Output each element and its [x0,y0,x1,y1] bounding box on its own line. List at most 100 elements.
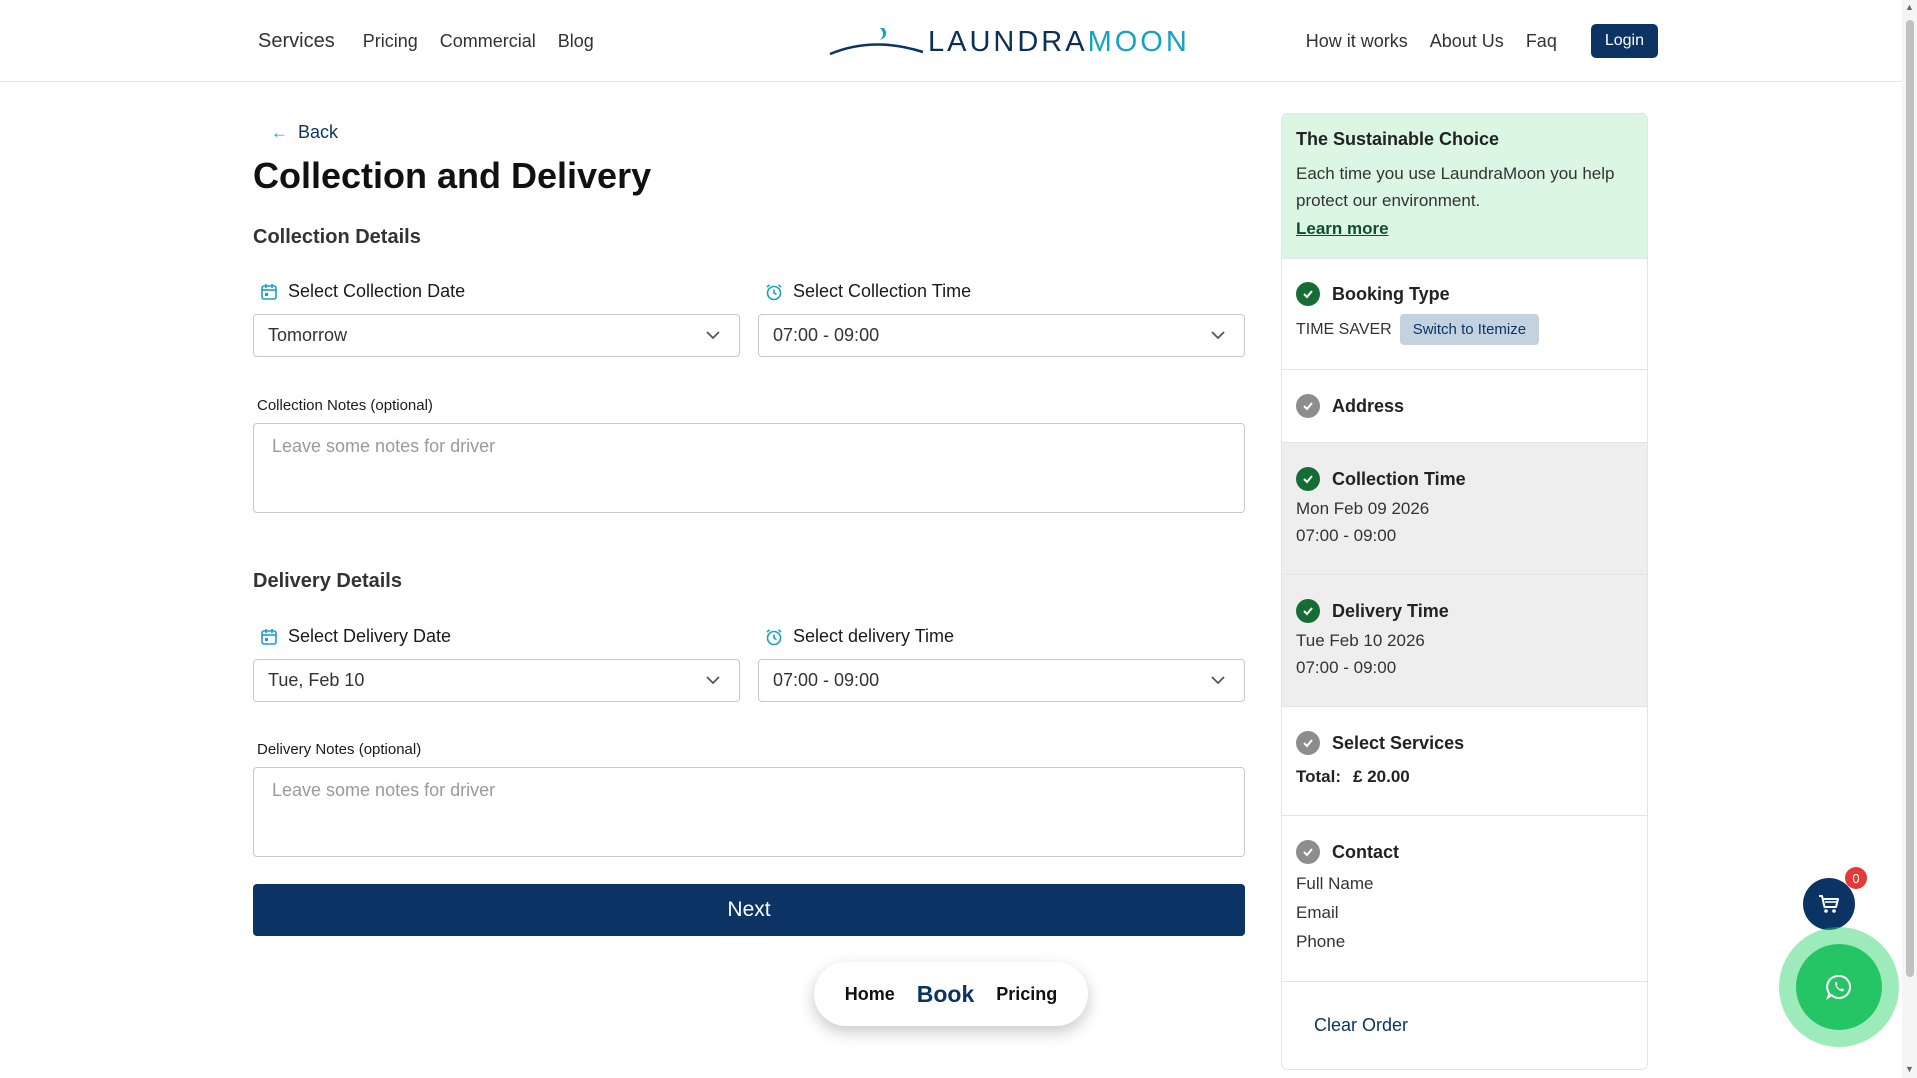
calendar-icon [261,283,277,300]
check-circle-icon [1296,840,1320,864]
arrow-left-icon: ← [271,122,288,142]
scroll-up-arrow-icon[interactable]: ▲ [1905,2,1914,12]
logo-text: LAUNDRAMOON [928,26,1190,59]
collection-section-title: Collection Details [253,226,421,248]
page-title: Collection and Delivery [253,155,652,196]
check-circle-icon [1296,731,1320,755]
logo-text-moon: MOON [1087,26,1190,58]
delivery-date-label-text: Select Delivery Date [288,626,452,646]
clear-order-section: Clear Order [1282,982,1647,1069]
logo-text-laundra: LAUNDRA [928,26,1088,58]
collection-summary-date: Mon Feb 09 2026 [1296,499,1430,518]
collection-notes-input[interactable] [253,423,1245,513]
chevron-down-icon [1211,331,1225,340]
address-header: Address [1296,394,1633,418]
delivery-summary-date: Tue Feb 10 2026 [1296,631,1425,650]
nav-pricing[interactable]: Pricing [363,31,418,52]
delivery-date-label: Select Delivery Date [260,626,451,647]
delivery-time-value: 07:00 - 09:00 [773,670,880,690]
booking-type-header: Booking Type [1296,282,1633,306]
back-label: Back [298,122,339,142]
collection-time-section[interactable]: Collection Time Mon Feb 09 2026 07:00 - … [1282,443,1647,575]
collection-time-select[interactable]: 07:00 - 09:00 [758,314,1245,357]
check-circle-icon [1296,282,1320,306]
nav-blog[interactable]: Blog [558,31,594,52]
delivery-time-section[interactable]: Delivery Time Tue Feb 10 2026 07:00 - 09… [1282,575,1647,707]
services-title: Select Services [1332,732,1465,753]
delivery-date-select[interactable]: Tue, Feb 10 [253,659,740,702]
contact-full-name: Full Name [1296,874,1374,893]
login-button[interactable]: Login [1590,24,1658,58]
site-logo[interactable]: LAUNDRAMOON [828,22,1187,62]
delivery-notes-input[interactable] [253,767,1245,857]
cart-count-badge: 0 [1845,867,1867,889]
secondary-nav: How it works About Us Faq Login [1284,0,1658,82]
contact-section[interactable]: Contact Full Name Email Phone [1282,816,1647,982]
whatsapp-icon [1826,974,1851,1001]
clear-order-button[interactable]: Clear Order [1314,1015,1408,1035]
collection-time-label-text: Select Collection Time [793,281,972,301]
address-title: Address [1332,395,1405,416]
delivery-summary-time: 07:00 - 09:00 [1296,658,1397,677]
collection-date-select[interactable]: Tomorrow [253,314,740,357]
collection-time-title: Collection Time [1332,468,1466,489]
delivery-time-title: Delivery Time [1332,600,1449,621]
nav-commercial[interactable]: Commercial [440,31,536,52]
nav-how-it-works[interactable]: How it works [1306,31,1408,52]
nav-about-us[interactable]: About Us [1430,31,1504,52]
bottom-nav: Home Book Pricing [814,962,1088,1026]
cart-button[interactable] [1803,878,1855,930]
delivery-time-header: Delivery Time [1296,599,1633,623]
delivery-time-label: Select delivery Time [765,626,954,647]
switch-to-itemize-button[interactable]: Switch to Itemize [1399,314,1540,345]
booking-type-row: TIME SAVER Switch to Itemize [1296,314,1633,345]
contact-email: Email [1296,903,1339,922]
collection-time-value: 07:00 - 09:00 [773,325,880,345]
scroll-down-arrow-icon[interactable]: ▼ [1905,1064,1914,1074]
delivery-time-label-text: Select delivery Time [793,626,955,646]
booking-type-title: Booking Type [1332,283,1450,304]
chevron-down-icon [706,676,720,685]
services-section[interactable]: Select Services Total: £ 20.00 [1282,707,1647,816]
page-scrollbar[interactable]: ▲ ▼ [1902,0,1917,1078]
alarm-clock-icon [766,628,782,645]
address-section[interactable]: Address [1282,370,1647,443]
bottom-nav-pricing[interactable]: Pricing [996,984,1057,1005]
calendar-icon [261,628,277,645]
scrollbar-thumb[interactable] [1906,20,1914,977]
contact-phone: Phone [1296,932,1346,951]
delivery-notes-label: Delivery Notes (optional) [257,741,422,758]
delivery-time-select[interactable]: 07:00 - 09:00 [758,659,1245,702]
delivery-date-value: Tue, Feb 10 [268,670,365,690]
bottom-nav-book[interactable]: Book [917,981,975,1008]
promo-text: Each time you use LaundraMoon you help p… [1296,164,1615,210]
back-link[interactable]: ← Back [271,122,338,143]
sustainability-promo: The Sustainable Choice Each time you use… [1282,114,1647,259]
learn-more-link[interactable]: Learn more [1296,219,1633,239]
whatsapp-button[interactable] [1796,944,1882,1030]
collection-time-header: Collection Time [1296,467,1633,491]
check-circle-icon [1296,394,1320,418]
collection-time-label: Select Collection Time [765,281,971,302]
collection-date-label-text: Select Collection Date [288,281,466,301]
chevron-down-icon [706,331,720,340]
nav-faq[interactable]: Faq [1526,31,1557,52]
shopping-cart-icon [1819,895,1839,913]
bottom-nav-home[interactable]: Home [845,984,895,1005]
collection-date-value: Tomorrow [268,325,348,345]
nav-services[interactable]: Services [258,30,335,53]
total-label: Total: [1296,767,1342,786]
chevron-down-icon [1211,676,1225,685]
contact-header: Contact [1296,840,1633,864]
primary-nav: Services Pricing Commercial Blog [258,0,616,82]
total-value: £ 20.00 [1353,767,1410,786]
services-header: Select Services [1296,731,1633,755]
check-circle-icon [1296,467,1320,491]
contact-title: Contact [1332,841,1399,862]
moon-swoosh-icon [829,28,924,56]
booking-type-value: TIME SAVER [1296,320,1392,338]
collection-notes-label: Collection Notes (optional) [257,397,433,414]
next-button[interactable]: Next [253,884,1245,936]
order-summary-sidebar: The Sustainable Choice Each time you use… [1281,113,1648,1070]
delivery-section-title: Delivery Details [253,570,402,592]
